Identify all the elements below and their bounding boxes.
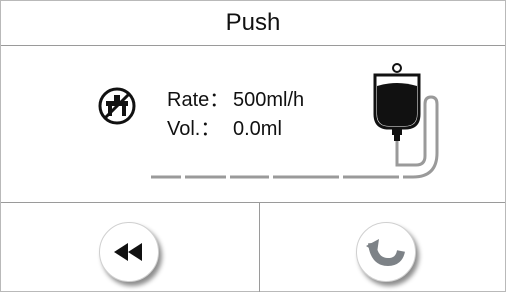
infusion-screen: Push Rate： 500ml/h Vol.： 0.0ml [0,0,506,292]
rewind-button[interactable] [99,222,159,282]
iv-bag-icon [151,63,439,179]
control-bar [1,202,505,292]
status-panel: Rate： 500ml/h Vol.： 0.0ml [1,46,505,202]
restart-arrow-icon [366,239,405,267]
rewind-icon [114,243,142,261]
divider [259,203,260,292]
page-title: Push [1,1,505,46]
restart-button[interactable] [356,222,416,282]
no-person-icon [98,87,136,125]
